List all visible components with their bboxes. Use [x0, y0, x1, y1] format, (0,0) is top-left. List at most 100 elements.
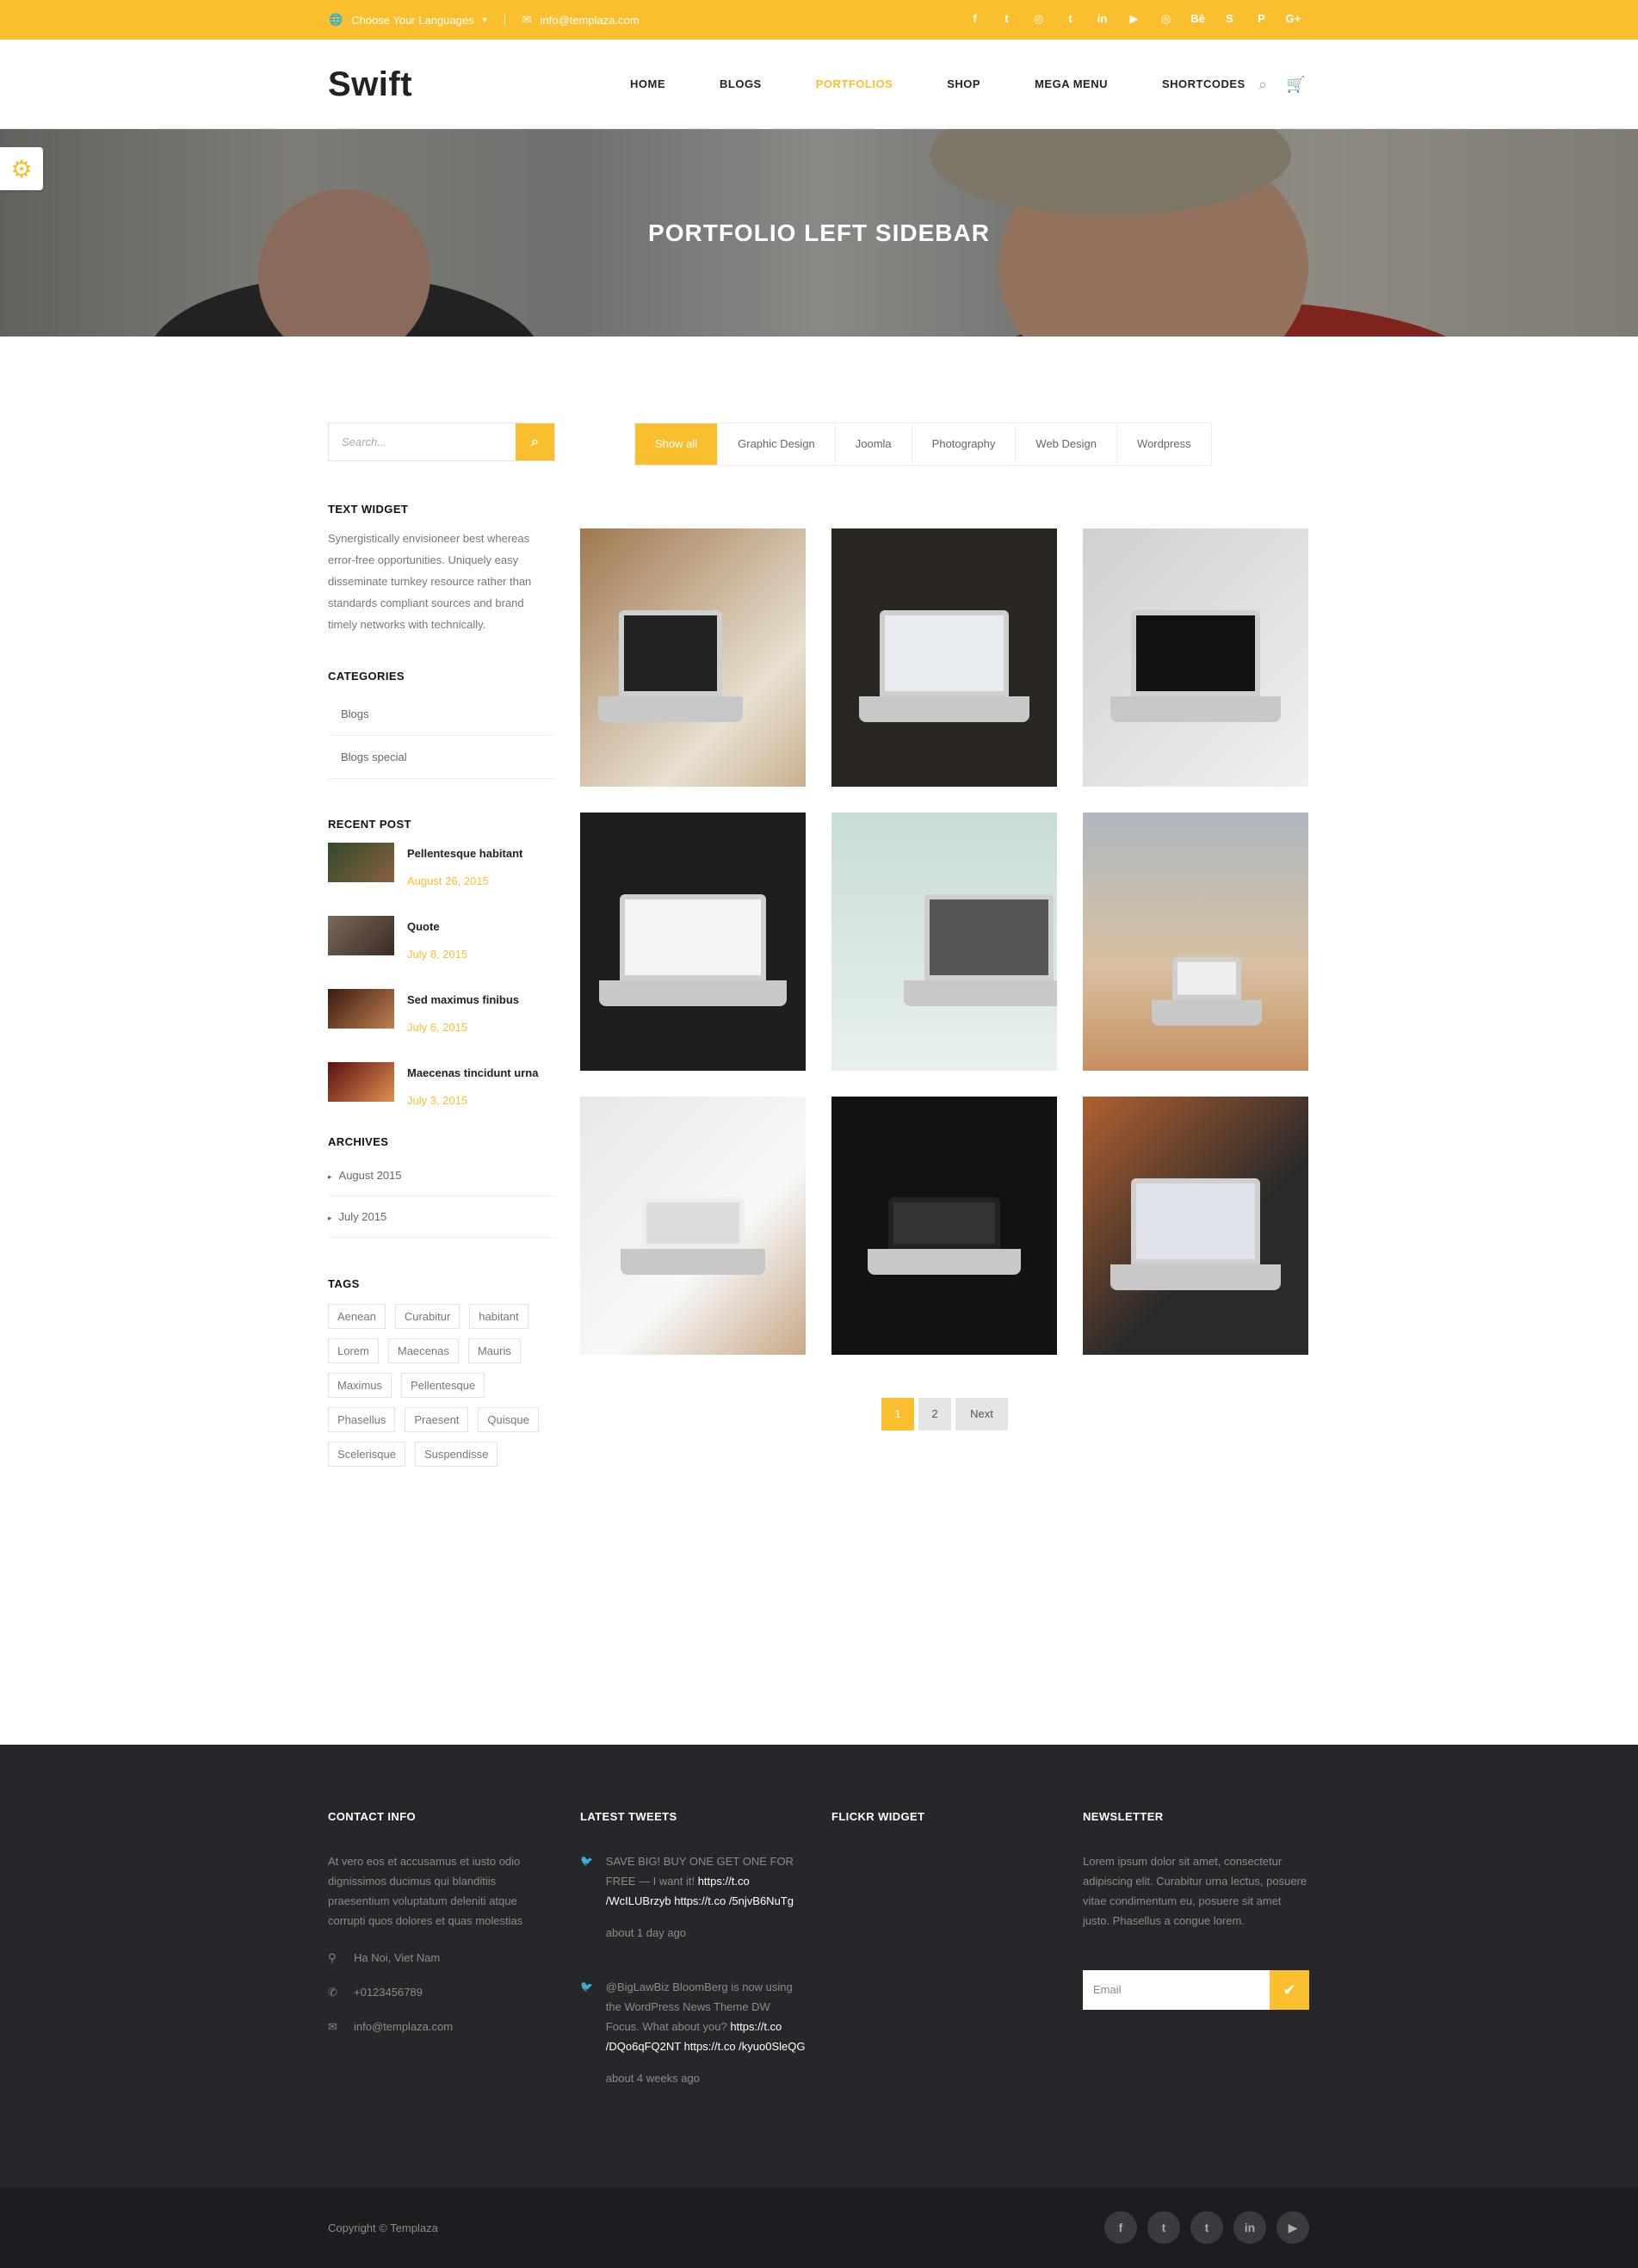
portfolio-item[interactable]	[580, 813, 806, 1071]
recent-post[interactable]: Maecenas tincidunt urna July 3, 2015	[328, 1062, 555, 1107]
tag[interactable]: Quisque	[478, 1407, 539, 1432]
filter-wordpress[interactable]: Wordpress	[1117, 423, 1211, 465]
filter-joomla[interactable]: Joomla	[836, 423, 912, 465]
category-item[interactable]: Blogs	[328, 693, 555, 736]
pinterest-icon[interactable]: P	[1245, 12, 1277, 26]
cart-icon[interactable]: 🛒	[1286, 76, 1305, 94]
site-logo[interactable]: Swift	[328, 65, 412, 104]
filter-web-design[interactable]: Web Design	[1016, 423, 1117, 465]
dribbble-icon[interactable]: ◎	[1150, 12, 1182, 26]
tag[interactable]: Mauris	[467, 1338, 521, 1363]
nav-item-blogs[interactable]: BLOGS	[720, 77, 762, 90]
linkedin-icon[interactable]: in	[1233, 2211, 1266, 2244]
portfolio-item[interactable]	[1083, 1097, 1308, 1355]
page-banner: PORTFOLIO LEFT SIDEBAR	[0, 129, 1638, 337]
phone-icon: ✆	[328, 1986, 337, 1999]
youtube-icon[interactable]: ▶	[1276, 2211, 1309, 2244]
post-title[interactable]: Sed maximus finibus	[407, 993, 519, 1006]
tag[interactable]: Maecenas	[387, 1338, 459, 1363]
next-page-button[interactable]: Next	[955, 1398, 1008, 1431]
newsletter-email-input[interactable]: Email	[1083, 1970, 1270, 2010]
tumblr-icon[interactable]: t	[1054, 12, 1086, 26]
subscribe-button[interactable]: ✔	[1270, 1970, 1309, 2010]
divider	[504, 14, 505, 26]
topbar-email-link[interactable]: info@templaza.com	[541, 14, 640, 27]
nav-item-shop[interactable]: SHOP	[947, 77, 980, 90]
widget-title: ARCHIVES	[328, 1135, 389, 1148]
nav-item-home[interactable]: HOME	[630, 77, 665, 90]
post-thumbnail[interactable]	[328, 843, 394, 882]
portfolio-filters: Show all Graphic Design Joomla Photograp…	[634, 423, 1212, 466]
tag[interactable]: Suspendisse	[414, 1442, 498, 1467]
tag[interactable]: Lorem	[328, 1338, 379, 1363]
main-nav: HOME BLOGS PORTFOLIOS SHOP MEGA MENU SHO…	[630, 77, 1245, 90]
sidebar: Search... ⌕ TEXT WIDGET Synergistically …	[328, 423, 555, 1476]
contact-address: Ha Noi, Viet Nam	[354, 1951, 441, 1964]
skype-icon[interactable]: S	[1214, 12, 1245, 26]
chevron-down-icon[interactable]: ▾	[483, 15, 487, 25]
tweet-time: about 1 day ago	[605, 1926, 687, 1939]
tag[interactable]: Scelerisque	[328, 1442, 405, 1467]
portfolio-item[interactable]	[1083, 528, 1308, 787]
gear-icon[interactable]: ⚙	[0, 147, 43, 190]
tweet-time: about 4 weeks ago	[605, 2072, 700, 2085]
contact-email[interactable]: info@templaza.com	[354, 2020, 453, 2034]
linkedin-icon[interactable]: in	[1086, 12, 1118, 26]
post-thumbnail[interactable]	[328, 916, 394, 955]
recent-post[interactable]: Sed maximus finibus July 6, 2015	[328, 989, 555, 1034]
recent-post[interactable]: Pellentesque habitant August 26, 2015	[328, 843, 555, 887]
copyright-text: Copyright © Templaza	[328, 2222, 438, 2234]
filter-graphic-design[interactable]: Graphic Design	[718, 423, 836, 465]
search-widget: Search... ⌕	[328, 423, 555, 461]
twitter-icon[interactable]: t	[991, 12, 1023, 26]
nav-item-shortcodes[interactable]: SHORTCODES	[1162, 77, 1245, 90]
post-title[interactable]: Pellentesque habitant	[407, 847, 522, 860]
twitter-icon[interactable]: t	[1147, 2211, 1180, 2244]
youtube-icon[interactable]: ▶	[1118, 12, 1150, 26]
portfolio-item[interactable]	[580, 528, 806, 787]
post-thumbnail[interactable]	[328, 1062, 394, 1102]
tag[interactable]: Praesent	[405, 1407, 469, 1432]
nav-item-mega-menu[interactable]: MEGA MENU	[1035, 77, 1108, 90]
tumblr-icon[interactable]: t	[1190, 2211, 1223, 2244]
tag[interactable]: Pellentesque	[401, 1373, 485, 1398]
post-date: July 6, 2015	[407, 1021, 468, 1034]
search-input[interactable]: Search...	[329, 423, 516, 460]
search-button[interactable]: ⌕	[516, 423, 554, 460]
category-item[interactable]: Blogs special	[328, 736, 555, 779]
portfolio-item[interactable]	[831, 528, 1057, 787]
globe-icon: 🌐	[329, 13, 343, 26]
archive-item[interactable]: August 2015	[328, 1155, 555, 1196]
post-title[interactable]: Maecenas tincidunt urna	[407, 1066, 538, 1079]
page-1-button[interactable]: 1	[881, 1398, 914, 1431]
tag[interactable]: Maximus	[328, 1373, 393, 1398]
portfolio-item[interactable]	[831, 1097, 1057, 1355]
newsletter: NEWSLETTER Lorem ipsum dolor sit amet, c…	[1083, 1810, 1309, 2010]
behance-icon[interactable]: Bē	[1182, 12, 1214, 26]
footer-title: NEWSLETTER	[1083, 1810, 1164, 1823]
page-2-button[interactable]: 2	[918, 1398, 951, 1431]
tag[interactable]: Curabitur	[394, 1304, 460, 1329]
tag[interactable]: habitant	[469, 1304, 528, 1329]
filter-photography[interactable]: Photography	[912, 423, 1017, 465]
portfolio-item[interactable]	[831, 813, 1057, 1071]
portfolio-item[interactable]	[580, 1097, 806, 1355]
mail-icon: ✉	[522, 13, 532, 26]
post-thumbnail[interactable]	[328, 989, 394, 1029]
archive-item[interactable]: July 2015	[328, 1196, 555, 1238]
tag[interactable]: Aenean	[328, 1304, 386, 1329]
language-selector[interactable]: Choose Your Languages	[351, 14, 473, 27]
search-icon[interactable]: ⌕	[1258, 76, 1267, 94]
tag[interactable]: Phasellus	[328, 1407, 396, 1432]
filter-show-all[interactable]: Show all	[635, 423, 719, 465]
facebook-icon[interactable]: f	[959, 12, 991, 26]
portfolio-item[interactable]	[1083, 813, 1308, 1071]
check-icon: ✔	[1283, 1981, 1296, 1999]
post-title[interactable]: Quote	[407, 920, 467, 933]
instagram-icon[interactable]: ◎	[1023, 12, 1054, 26]
archives-widget: ARCHIVES August 2015 July 2015	[328, 1135, 555, 1238]
facebook-icon[interactable]: f	[1104, 2211, 1137, 2244]
nav-item-portfolios[interactable]: PORTFOLIOS	[816, 77, 893, 90]
google-plus-icon[interactable]: G+	[1277, 12, 1309, 26]
recent-post[interactable]: Quote July 8, 2015	[328, 916, 555, 961]
